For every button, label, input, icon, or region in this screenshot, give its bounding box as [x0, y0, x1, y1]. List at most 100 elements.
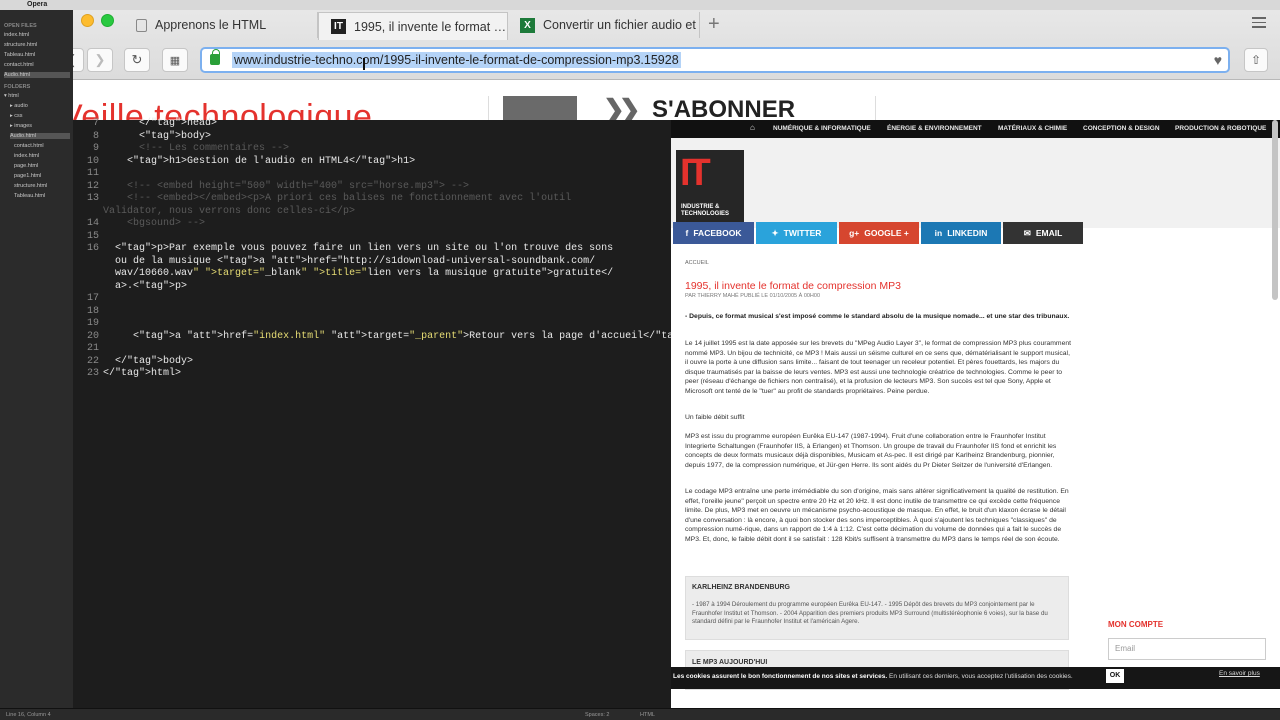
app-name: Opera: [27, 1, 48, 8]
line-number: 14: [86, 218, 99, 229]
grid-icon: ▦: [169, 54, 181, 67]
file-item[interactable]: page.html: [14, 163, 38, 169]
open-file-item[interactable]: Audio.html: [4, 72, 70, 78]
nav-item[interactable]: PRODUCTION & ROBOTIQUE: [1175, 125, 1266, 132]
file-item[interactable]: index.html: [14, 153, 39, 159]
linkedin-share-button[interactable]: in LINKEDIN: [921, 222, 1001, 244]
code-line[interactable]: <"tag">body>: [139, 131, 211, 142]
code-editor[interactable]: 7 8 9 10 11 12 13 14 15 16 17 18 19 20 21 22 23 </"tag">…: [73, 118, 703, 708]
share-label: GOOGLE +: [864, 228, 909, 238]
code-line[interactable]: <!-- <embed height="500" width="400" src…: [127, 181, 469, 192]
folder-item[interactable]: ▸ css: [10, 113, 23, 119]
share-label: LINKEDIN: [947, 228, 988, 238]
code-line[interactable]: a>.<"tag">p>: [115, 281, 187, 292]
twitter-share-button[interactable]: ✦ TWITTER: [756, 222, 837, 244]
nav-item[interactable]: NUMÉRIQUE & INFORMATIQUE: [773, 125, 871, 132]
article-lead: - Depuis, ce format musical s'est imposé…: [685, 313, 1070, 320]
file-item[interactable]: Tableau.html: [14, 193, 45, 199]
article-paragraph: MP3 est issu du programme européen Eurêk…: [685, 433, 1057, 469]
folder-name: html: [8, 93, 19, 99]
open-file-item[interactable]: index.html: [4, 32, 29, 38]
code-line[interactable]: <!-- Les commentaires -->: [139, 143, 289, 154]
open-file-item[interactable]: structure.html: [4, 42, 37, 48]
os-menu-bar: Opera: [0, 0, 1280, 10]
code-line[interactable]: wav/10660.wav" ">target="_blank" ">title…: [115, 268, 613, 279]
code-line[interactable]: <!-- <embed></embed><p>A priori ces bali…: [127, 193, 571, 204]
open-file-item[interactable]: contact.html: [4, 62, 34, 68]
zoom-window-button[interactable]: [101, 14, 114, 27]
new-tab-button[interactable]: +: [708, 14, 720, 34]
code-line[interactable]: </"tag">html>: [103, 368, 181, 379]
google-share-button[interactable]: g+ GOOGLE +: [839, 222, 919, 244]
folder-item[interactable]: ▸ audio: [10, 103, 28, 109]
speed-dial-button[interactable]: ▦: [162, 48, 188, 72]
home-icon[interactable]: ⌂: [750, 123, 755, 132]
cookie-more-link[interactable]: En savoir plus: [1219, 670, 1260, 677]
reload-button[interactable]: ↻: [124, 48, 150, 72]
site-logo[interactable]: IT INDUSTRIE & TECHNOLOGIES: [676, 150, 744, 222]
sidebar-box-brandenburg: KARLHEINZ BRANDENBURG - 1987 à 1994 Déro…: [685, 576, 1069, 640]
file-item[interactable]: page1.html: [14, 173, 41, 179]
page-scrollbar[interactable]: [1272, 120, 1278, 300]
code-line[interactable]: Validator, nous verrons donc celles-ci</…: [103, 206, 355, 217]
minimize-window-button[interactable]: [81, 14, 94, 27]
line-gutter: 7 8 9 10 11 12 13 14 15 16 17 18 19 20 21 22 23: [73, 118, 99, 708]
indentation-setting[interactable]: Spaces: 2: [585, 712, 609, 718]
share-button[interactable]: ⇧: [1244, 48, 1268, 72]
box-title: LE MP3 AUJOURD'HUI: [692, 659, 768, 666]
nav-item[interactable]: CONCEPTION & DESIGN: [1083, 125, 1160, 132]
tab-apprenons[interactable]: Apprenons le HTML: [124, 12, 318, 38]
file-item[interactable]: contact.html: [14, 143, 44, 149]
open-file-item[interactable]: Tableau.html: [4, 52, 35, 58]
nav-item[interactable]: MATÉRIAUX & CHIMIE: [998, 125, 1067, 132]
cookie-text: Les cookies assurent le bon fonctionneme…: [673, 673, 1073, 680]
file-item[interactable]: structure.html: [14, 183, 47, 189]
url-text[interactable]: www.industrie-techno.com/1995-il-invente…: [232, 52, 681, 68]
code-line[interactable]: </"tag">head>: [139, 118, 217, 129]
code-line[interactable]: <bgsound> -->: [127, 218, 205, 229]
share-icon: ⇧: [1250, 53, 1262, 67]
article-title: 1995, il invente le format de compressio…: [685, 280, 901, 292]
email-share-button[interactable]: ✉ EMAIL: [1003, 222, 1083, 244]
folder-item[interactable]: ▸ images: [10, 123, 32, 129]
subscribe-link[interactable]: S'ABONNER: [652, 96, 795, 120]
cookie-ok-button[interactable]: OK: [1106, 669, 1124, 683]
screen: { "os": { "app_name": "Opera" }, "browse…: [0, 0, 1280, 720]
facebook-share-button[interactable]: f FACEBOOK: [673, 222, 754, 244]
folder-root[interactable]: ▾ html: [4, 93, 19, 99]
heart-icon[interactable]: ♥: [1214, 52, 1222, 68]
magazine-thumbnail[interactable]: [503, 96, 577, 120]
envelope-icon: ✉: [1023, 227, 1031, 238]
site-header-strip: Veille technologique ❯❯ S'ABONNER: [0, 80, 1280, 120]
editor-status-bar: Line 16, Column 4 Spaces: 2 HTML: [0, 708, 1280, 720]
twitter-icon: ✦: [771, 227, 779, 238]
code-line[interactable]: <"tag">h1>Gestion de l'audio en HTML4</"…: [127, 156, 415, 167]
page-icon: [136, 18, 147, 32]
line-number: 7: [92, 118, 99, 129]
google-icon: g+: [849, 228, 860, 238]
account-email-input[interactable]: Email: [1108, 638, 1266, 660]
code-line[interactable]: <"tag">p>Par exemple vous pouvez faire u…: [115, 243, 613, 254]
code-line[interactable]: ou de la musique <"tag">a "att">href="ht…: [115, 256, 595, 267]
email-placeholder: Email: [1115, 644, 1136, 653]
cookie-rest-text: En utilisant ces derniers, vous acceptez…: [887, 673, 1073, 680]
breadcrumb[interactable]: ACCUEIL: [685, 260, 709, 266]
tab-label: 1995, il invente le format de c: [354, 19, 507, 34]
code-line[interactable]: </"tag">body>: [115, 356, 193, 367]
nav-item[interactable]: ÉNERGIE & ENVIRONNEMENT: [887, 125, 982, 132]
article-subheading: Un faible débit suffit: [685, 414, 745, 421]
tab-industrie-techno[interactable]: IT 1995, il invente le format de c: [318, 12, 508, 40]
tab-label: Apprenons le HTML: [155, 18, 267, 32]
line-number: 21: [86, 343, 99, 354]
line-number: 16: [86, 243, 99, 254]
forward-button[interactable]: ❯: [87, 48, 113, 72]
syntax-setting[interactable]: HTML: [640, 712, 655, 718]
box-text: - 1987 à 1994 Déroulement du programme e…: [692, 601, 1048, 625]
code-line[interactable]: <"tag">a "att">href="index.html" "att">t…: [133, 331, 703, 342]
logo-letters: IT: [680, 152, 711, 194]
file-item[interactable]: Audio.html: [10, 133, 70, 139]
article-paragraph: Le codage MP3 entraîne une perte irréméd…: [685, 488, 1069, 543]
address-bar[interactable]: www.industrie-techno.com/1995-il-invente…: [200, 47, 1230, 73]
menu-icon[interactable]: [1252, 17, 1266, 31]
tab-convertir[interactable]: X Convertir un fichier audio et: [508, 12, 700, 38]
